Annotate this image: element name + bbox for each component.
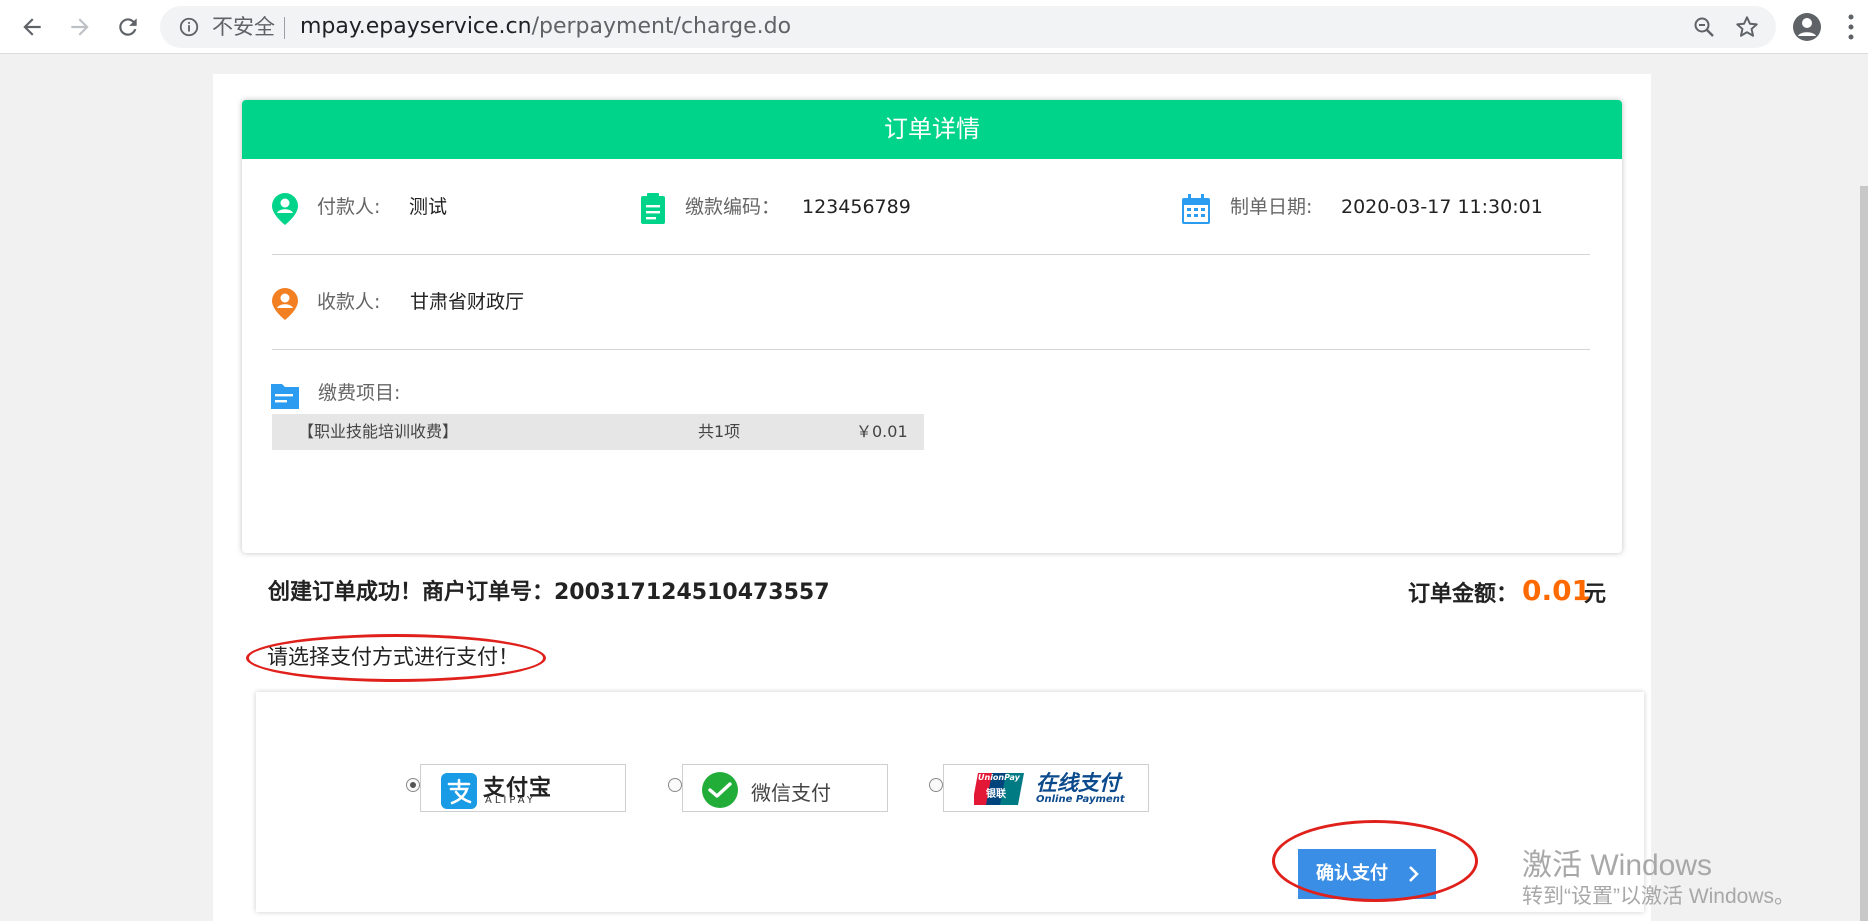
url-host: mpay.epayservice.cn <box>300 14 532 39</box>
date-value: 2020-03-17 11:30:01 <box>1341 196 1543 218</box>
date-label: 制单日期: <box>1230 196 1313 218</box>
payee-value: 甘肃省财政厅 <box>410 291 525 313</box>
table-row: 【职业技能培训收费】 共1项 ￥0.01 <box>272 414 924 450</box>
divider <box>272 254 1590 255</box>
unionpay-option[interactable]: UnionPay 银联 在线支付 Online Payment <box>943 764 1149 812</box>
unionpay-name: 在线支付 <box>1036 771 1120 795</box>
folder-icon <box>271 384 299 409</box>
item-count: 共1项 <box>698 422 741 441</box>
amount-label: 订单金额： <box>1408 582 1519 607</box>
unionpay-brand: UnionPay <box>978 773 1020 782</box>
reload-button[interactable] <box>108 8 148 46</box>
wechat-radio[interactable] <box>668 778 682 792</box>
payer-person-icon <box>272 193 298 225</box>
info-icon[interactable] <box>178 16 200 38</box>
annotation-ellipse <box>246 634 546 682</box>
unionpay-radio[interactable] <box>929 778 943 792</box>
profile-avatar-icon[interactable] <box>1792 12 1822 42</box>
payer-value: 测试 <box>409 196 448 218</box>
payee-label: 收款人: <box>317 291 381 313</box>
alipay-radio[interactable] <box>406 778 420 792</box>
forward-arrow-icon <box>71 18 89 36</box>
wechat-pay-name: 微信支付 <box>751 781 831 805</box>
clipboard-icon <box>641 193 665 224</box>
windows-watermark-title: 激活 Windows <box>1522 849 1713 882</box>
browser-toolbar: 不安全 mpay.epayservice.cn/perpayment/charg… <box>0 0 1868 54</box>
order-success-text: 创建订单成功！商户订单号：200317124510473557 <box>268 580 830 605</box>
unionpay-sub: Online Payment <box>1036 794 1125 805</box>
wechat-logo-icon <box>702 772 738 808</box>
address-bar[interactable]: 不安全 mpay.epayservice.cn/perpayment/charg… <box>160 6 1776 48</box>
omnibox-separator <box>284 17 285 39</box>
payment-code-label: 缴款编码： <box>685 196 781 218</box>
payer-label: 付款人: <box>317 196 381 218</box>
divider <box>272 349 1590 350</box>
item-price: ￥0.01 <box>856 422 908 441</box>
url-path: /perpayment/charge.do <box>531 14 792 39</box>
back-arrow-icon <box>23 18 41 36</box>
payment-code-value: 123456789 <box>802 196 911 218</box>
amount-value: 0.01 <box>1522 574 1592 607</box>
items-label: 缴费项目: <box>318 382 401 404</box>
alipay-logo-icon <box>441 773 477 809</box>
payee-person-icon <box>272 288 298 320</box>
windows-watermark-text: 转到“设置”以激活 Windows。 <box>1522 885 1796 908</box>
order-detail-card: 订单详情 付款人: 测试 缴款编码： 123456789 制单日期: 2020-… <box>242 100 1622 553</box>
browser-menu-icon[interactable] <box>1846 12 1856 42</box>
alipay-sub: ALIPAY <box>485 795 536 806</box>
bookmark-star-icon[interactable] <box>1734 14 1760 40</box>
scrollbar[interactable] <box>1860 186 1868 921</box>
wechat-pay-option[interactable]: 微信支付 <box>682 764 888 812</box>
url-text[interactable]: mpay.epayservice.cn/perpayment/charge.do <box>300 14 791 40</box>
back-button[interactable] <box>12 8 52 46</box>
card-title: 订单详情 <box>242 100 1622 159</box>
amount-unit: 元 <box>1584 582 1607 607</box>
unionpay-brand-cn: 银联 <box>986 789 1006 800</box>
forward-button[interactable] <box>60 8 100 46</box>
calendar-icon <box>1182 194 1210 224</box>
annotation-ellipse <box>1272 820 1478 902</box>
insecure-label: 不安全 <box>212 15 275 39</box>
alipay-option[interactable]: 支付宝 ALIPAY <box>420 764 626 812</box>
zoom-icon[interactable] <box>1692 15 1716 39</box>
reload-icon <box>119 18 137 36</box>
item-name: 【职业技能培训收费】 <box>298 422 459 441</box>
